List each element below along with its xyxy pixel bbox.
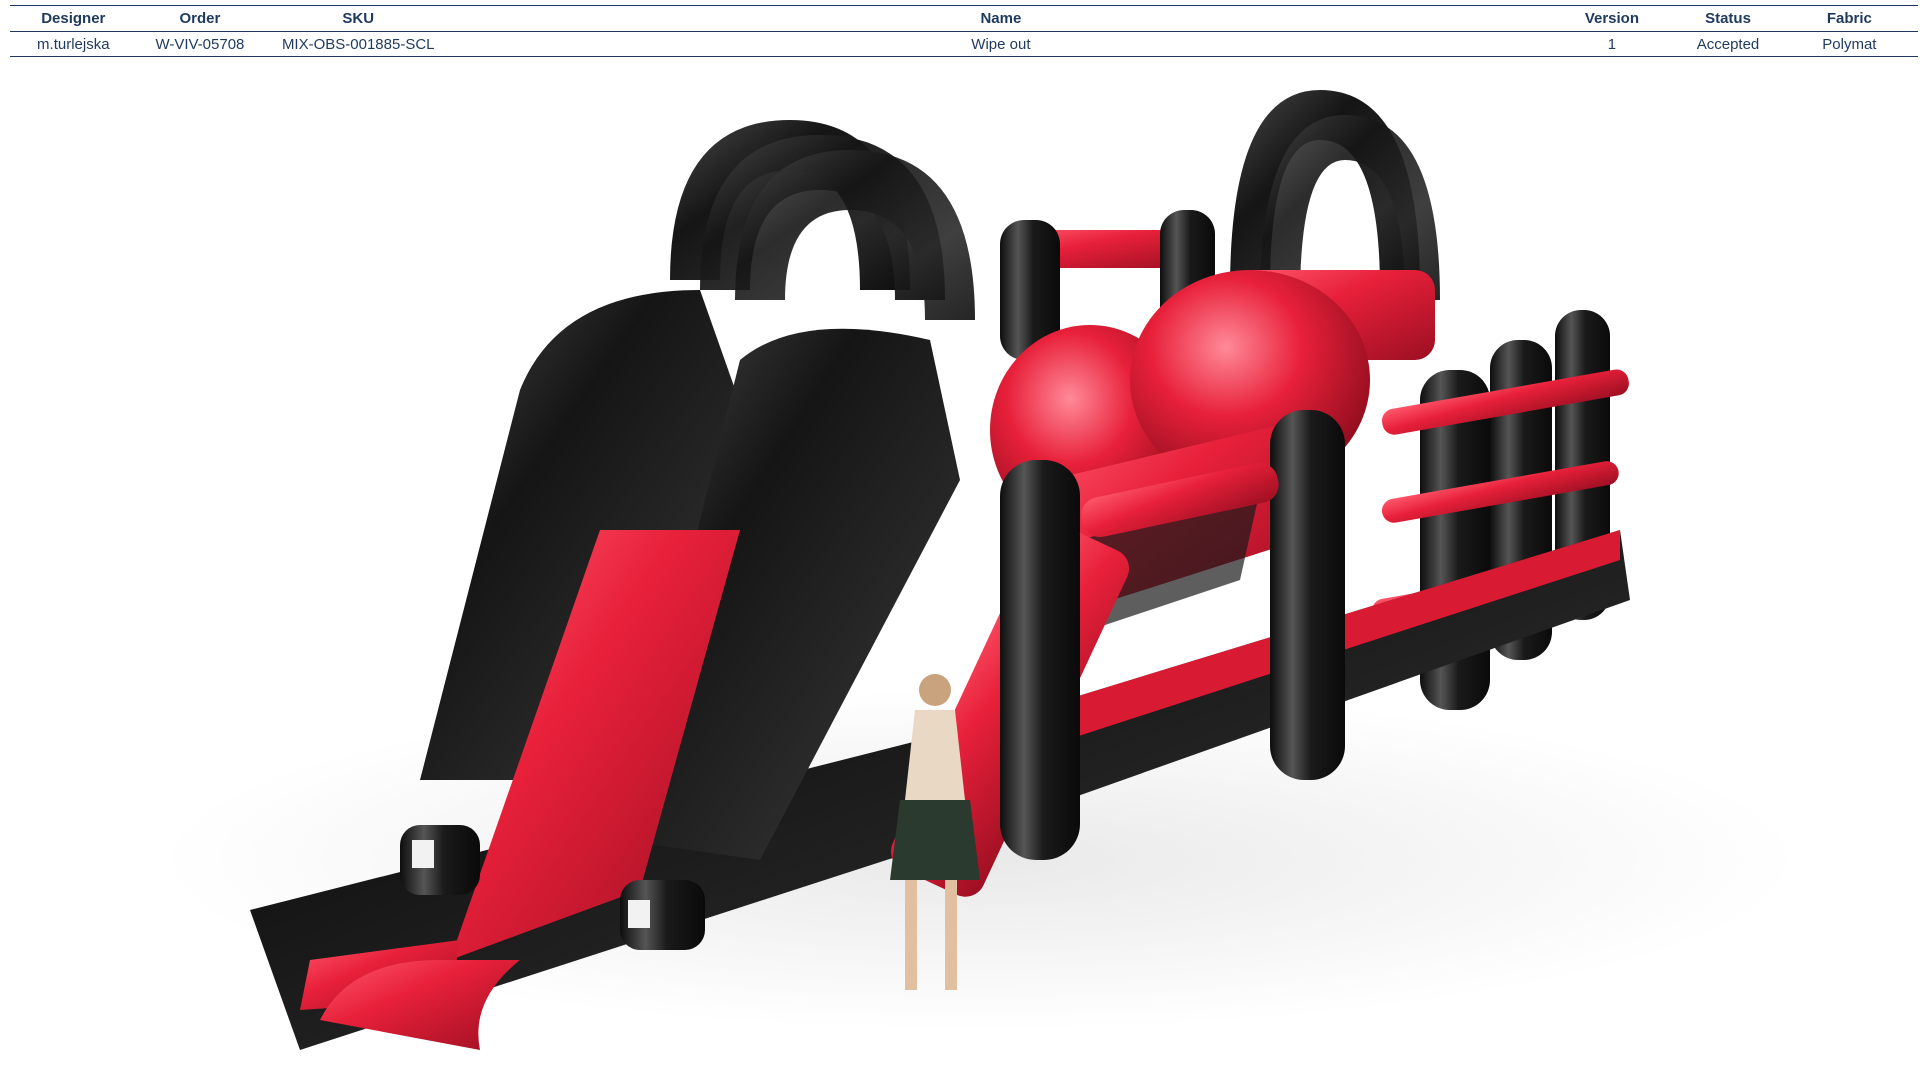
header-order: Order: [136, 5, 264, 32]
cell-sku: MIX-OBS-001885-SCL: [263, 31, 454, 57]
front-arch: [670, 120, 975, 320]
cell-status: Accepted: [1675, 31, 1781, 57]
header-sku: SKU: [263, 5, 454, 32]
front-pillar: [1000, 500, 1080, 860]
cell-order: W-VIV-05708: [136, 31, 264, 57]
cell-fabric: Polymat: [1780, 31, 1918, 57]
table-header-row: Designer Order SKU Name Version Status F…: [10, 5, 1918, 32]
cell-name: Wipe out: [453, 31, 1549, 57]
inflatable-render: [160, 90, 1800, 1050]
header-status: Status: [1675, 5, 1781, 32]
header-version: Version: [1548, 5, 1676, 32]
spec-table: Designer Order SKU Name Version Status F…: [10, 5, 1918, 57]
cell-version: 1: [1548, 31, 1676, 57]
cell-designer: m.turlejska: [10, 31, 137, 57]
header-name: Name: [453, 5, 1549, 32]
header-designer: Designer: [10, 5, 137, 32]
header-fabric: Fabric: [1780, 5, 1918, 32]
table-row: m.turlejska W-VIV-05708 MIX-OBS-001885-S…: [10, 31, 1918, 57]
